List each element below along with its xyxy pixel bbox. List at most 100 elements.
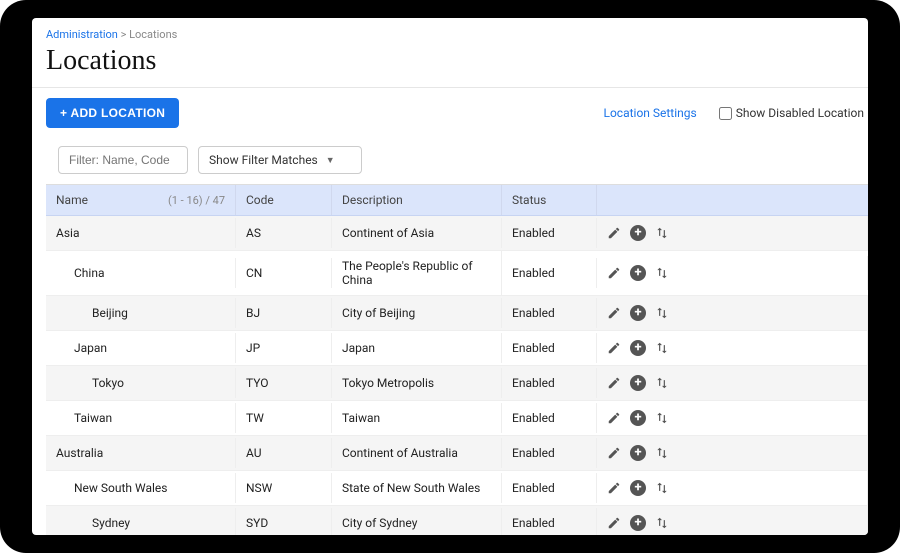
th-name-label: Name [56, 193, 88, 207]
edit-icon[interactable] [605, 339, 623, 357]
reorder-icon[interactable] [653, 264, 671, 282]
th-status[interactable]: Status [502, 185, 597, 215]
table-row: TaiwanTWTaiwanEnabled+ [46, 401, 868, 436]
toolbar: + ADD LOCATION Location Settings Show Di… [46, 88, 868, 140]
cell-code: AS [236, 218, 332, 248]
edit-icon[interactable] [605, 224, 623, 242]
table-row: AsiaASContinent of AsiaEnabled+ [46, 216, 868, 251]
add-child-icon[interactable]: + [629, 479, 647, 497]
cell-status: Enabled [502, 298, 597, 328]
cell-actions: + [597, 436, 868, 470]
cell-status: Enabled [502, 333, 597, 363]
cell-actions: + [597, 471, 868, 505]
table-row: AustraliaAUContinent of AustraliaEnabled… [46, 436, 868, 471]
show-disabled-wrap[interactable]: Show Disabled Location [719, 106, 864, 120]
add-child-icon[interactable]: + [629, 339, 647, 357]
cell-status: Enabled [502, 218, 597, 248]
cell-status: Enabled [502, 258, 597, 288]
cell-status: Enabled [502, 368, 597, 398]
reorder-icon[interactable] [653, 514, 671, 532]
add-child-icon[interactable]: + [629, 264, 647, 282]
reorder-icon[interactable] [653, 224, 671, 242]
edit-icon[interactable] [605, 479, 623, 497]
add-child-icon[interactable]: + [629, 444, 647, 462]
reorder-icon[interactable] [653, 304, 671, 322]
cell-description: The People's Republic of China [332, 251, 502, 295]
chevron-down-icon: ▼ [326, 155, 335, 166]
add-child-icon[interactable]: + [629, 224, 647, 242]
th-actions [597, 185, 868, 215]
add-child-icon[interactable]: + [629, 304, 647, 322]
breadcrumb-admin-link[interactable]: Administration [46, 28, 118, 41]
cell-description: City of Sydney [332, 508, 502, 535]
locations-table: Name (1 - 16) / 47 Code Description Stat… [46, 184, 868, 535]
add-child-icon[interactable]: + [629, 514, 647, 532]
table-row: ChinaCNThe People's Republic of ChinaEna… [46, 251, 868, 296]
cell-name: China [46, 258, 236, 288]
cell-description: Japan [332, 333, 502, 363]
breadcrumb-sep: > [121, 28, 127, 41]
cell-name: Beijing [46, 298, 236, 328]
cell-code: NSW [236, 473, 332, 503]
row-range: (1 - 16) / 47 [168, 194, 225, 207]
cell-status: Enabled [502, 403, 597, 433]
filter-matches-label: Show Filter Matches [209, 153, 318, 167]
cell-actions: + [597, 256, 868, 290]
reorder-icon[interactable] [653, 444, 671, 462]
cell-description: City of Beijing [332, 298, 502, 328]
reorder-icon[interactable] [653, 339, 671, 357]
cell-name: Taiwan [46, 403, 236, 433]
cell-status: Enabled [502, 508, 597, 535]
edit-icon[interactable] [605, 444, 623, 462]
page-title: Locations [46, 45, 868, 87]
edit-icon[interactable] [605, 374, 623, 392]
cell-description: Continent of Australia [332, 438, 502, 468]
table-row: SydneySYDCity of SydneyEnabled + [46, 506, 868, 535]
cell-actions: + [597, 216, 868, 250]
reorder-icon[interactable] [653, 374, 671, 392]
table-row: TokyoTYOTokyo MetropolisEnabled+ [46, 366, 868, 401]
reorder-icon[interactable] [653, 409, 671, 427]
cell-code: CN [236, 258, 332, 288]
cell-code: AU [236, 438, 332, 468]
edit-icon[interactable] [605, 304, 623, 322]
edit-icon[interactable] [605, 409, 623, 427]
reorder-icon[interactable] [653, 479, 671, 497]
show-disabled-checkbox[interactable] [719, 107, 732, 120]
cell-name: New South Wales [46, 473, 236, 503]
cell-actions: + [597, 331, 868, 365]
cell-description: Taiwan [332, 403, 502, 433]
cell-code: TYO [236, 368, 332, 398]
add-child-icon[interactable]: + [629, 409, 647, 427]
tablet-frame: Administration > Locations Locations + A… [0, 0, 900, 553]
show-disabled-label: Show Disabled Location [736, 106, 864, 120]
breadcrumb: Administration > Locations [46, 28, 868, 45]
table-header-row: Name (1 - 16) / 47 Code Description Stat… [46, 185, 868, 216]
edit-icon[interactable] [605, 514, 623, 532]
th-description[interactable]: Description [332, 185, 502, 215]
cell-status: Enabled [502, 438, 597, 468]
table-body: AsiaASContinent of AsiaEnabled+ChinaCNTh… [46, 216, 868, 535]
cell-actions: + [597, 296, 868, 330]
cell-name: Tokyo [46, 368, 236, 398]
page-content: Administration > Locations Locations + A… [32, 18, 868, 535]
add-location-button[interactable]: + ADD LOCATION [46, 98, 179, 128]
edit-icon[interactable] [605, 264, 623, 282]
cell-actions: + [597, 366, 868, 400]
breadcrumb-current: Locations [129, 28, 177, 41]
cell-actions: + [597, 401, 868, 435]
cell-name: Sydney [46, 508, 236, 535]
th-name[interactable]: Name (1 - 16) / 47 [46, 185, 236, 215]
th-code[interactable]: Code [236, 185, 332, 215]
filter-input[interactable] [58, 146, 188, 174]
cell-actions: + [597, 506, 868, 535]
location-settings-link[interactable]: Location Settings [603, 106, 696, 120]
cell-name: Japan [46, 333, 236, 363]
table-row: New South WalesNSWState of New South Wal… [46, 471, 868, 506]
cell-code: BJ [236, 298, 332, 328]
cell-code: SYD [236, 508, 332, 535]
table-row: JapanJPJapanEnabled+ [46, 331, 868, 366]
cell-name: Australia [46, 438, 236, 468]
filter-matches-dropdown[interactable]: Show Filter Matches ▼ [198, 146, 362, 174]
add-child-icon[interactable]: + [629, 374, 647, 392]
